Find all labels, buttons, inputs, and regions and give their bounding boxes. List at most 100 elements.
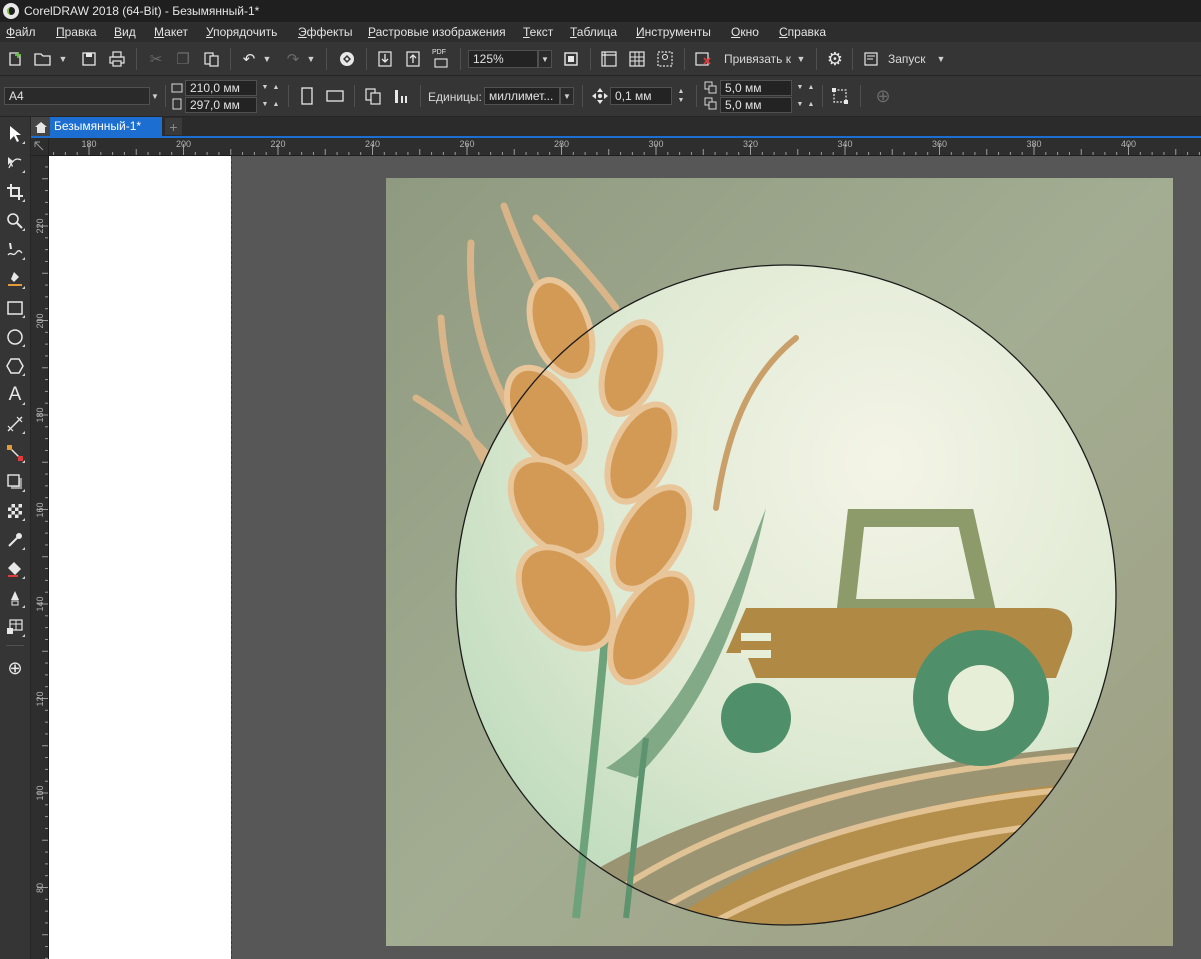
document-page[interactable] xyxy=(49,156,231,959)
launch-icon[interactable] xyxy=(860,48,882,70)
menu-effects[interactable]: Эффекты xyxy=(298,25,353,39)
connector-tool-icon[interactable] xyxy=(4,442,26,464)
paste-icon[interactable] xyxy=(200,48,222,70)
show-guidelines-icon[interactable] xyxy=(654,48,676,70)
freehand-tool-icon[interactable] xyxy=(4,239,26,261)
publish-pdf-icon[interactable]: PDF xyxy=(430,48,452,70)
nudge-distance-field[interactable]: 0,1 мм xyxy=(610,87,672,105)
shape-tool-icon[interactable] xyxy=(4,152,26,174)
treat-as-filled-icon[interactable] xyxy=(829,85,851,107)
menu-help[interactable]: Справка xyxy=(779,25,826,39)
artistic-media-tool-icon[interactable] xyxy=(4,268,26,290)
rectangle-tool-icon[interactable] xyxy=(4,297,26,319)
ruler-v-label: 140 xyxy=(35,596,45,612)
undo-icon[interactable]: ↶ xyxy=(238,48,260,70)
crop-tool-icon[interactable] xyxy=(4,181,26,203)
undo-dropdown-icon[interactable]: ▼ xyxy=(262,48,272,70)
page-size-select[interactable]: A4 xyxy=(4,87,150,105)
smart-fill-tool-icon[interactable] xyxy=(4,587,26,609)
gear-icon[interactable]: ⚙ xyxy=(824,48,846,70)
text-tool-icon[interactable]: A xyxy=(4,384,26,406)
dup-x-spin-up-icon[interactable]: ▲ xyxy=(805,83,817,92)
units-select[interactable]: миллимет... xyxy=(484,87,560,105)
agriculture-logo-image[interactable] xyxy=(386,178,1173,946)
duplicate-x-field[interactable]: 5,0 мм xyxy=(720,80,792,96)
height-spin-up-icon[interactable]: ▲ xyxy=(270,100,282,109)
interactive-fill-tool-icon[interactable] xyxy=(4,558,26,580)
page-width-icon xyxy=(171,82,183,94)
cut-icon[interactable]: ✂ xyxy=(145,48,167,70)
show-grid-icon[interactable] xyxy=(626,48,648,70)
vertical-ruler[interactable]: 220 200 180 160 140 120 100 80 xyxy=(31,156,49,959)
pick-tool-icon[interactable] xyxy=(4,123,26,145)
redo-icon[interactable]: ↷ xyxy=(282,48,304,70)
polygon-tool-icon[interactable] xyxy=(4,355,26,377)
units-dropdown-icon[interactable]: ▼ xyxy=(560,87,574,105)
menu-tools[interactable]: Инструменты xyxy=(636,25,711,39)
standard-toolbar: ▼ ✂ ❐ ↶ ▼ ↷ ▼ PDF 125% ▼ Привязать к ▼ ⚙… xyxy=(0,42,1201,76)
snap-to-button[interactable]: Привязать к xyxy=(724,52,791,66)
portrait-icon[interactable] xyxy=(296,85,318,107)
add-customize-icon[interactable]: ⊕ xyxy=(872,85,894,107)
snap-off-icon[interactable] xyxy=(692,48,714,70)
current-page-icon[interactable] xyxy=(390,85,412,107)
ruler-h-label: 380 xyxy=(1026,139,1042,149)
snap-dropdown-icon[interactable]: ▼ xyxy=(796,48,806,70)
menu-text[interactable]: Текст xyxy=(523,25,553,39)
new-tab-icon[interactable]: + xyxy=(165,118,182,135)
show-rulers-icon[interactable] xyxy=(598,48,620,70)
ellipse-tool-icon[interactable] xyxy=(4,326,26,348)
toolbox-separator xyxy=(6,645,24,646)
width-spin-up-icon[interactable]: ▲ xyxy=(270,83,282,92)
open-dropdown-icon[interactable]: ▼ xyxy=(58,48,68,70)
print-icon[interactable] xyxy=(106,48,128,70)
menu-table[interactable]: Таблица xyxy=(570,25,617,39)
search-content-icon[interactable] xyxy=(336,48,358,70)
import-icon[interactable] xyxy=(374,48,396,70)
redo-dropdown-icon[interactable]: ▼ xyxy=(306,48,316,70)
toolbar-separator xyxy=(816,48,817,70)
launch-dropdown-icon[interactable]: ▼ xyxy=(936,48,946,70)
title-bar: CorelDRAW 2018 (64-Bit) - Безымянный-1* xyxy=(0,0,1201,22)
document-tab-bar: Безымянный-1* + xyxy=(31,117,1201,138)
menu-bitmaps[interactable]: Растровые изображения xyxy=(368,25,506,39)
drawing-canvas[interactable] xyxy=(49,156,1201,959)
drop-shadow-tool-icon[interactable] xyxy=(4,471,26,493)
table-tool-icon[interactable] xyxy=(4,616,26,638)
new-document-icon[interactable] xyxy=(4,48,26,70)
copy-icon[interactable]: ❐ xyxy=(172,48,194,70)
nudge-spin-up-icon[interactable]: ▲ xyxy=(675,87,687,96)
open-folder-icon[interactable] xyxy=(32,48,54,70)
add-tool-icon[interactable]: ⊕ xyxy=(4,657,26,679)
menu-file[interactable]: Файл xyxy=(6,25,36,39)
nudge-spin-down-icon[interactable]: ▼ xyxy=(675,96,687,105)
full-screen-icon[interactable] xyxy=(560,48,582,70)
transparency-tool-icon[interactable] xyxy=(4,500,26,522)
horizontal-ruler[interactable]: 180 200 220 240 260 280 300 320 340 360 380 400 xyxy=(49,138,1201,156)
menu-edit[interactable]: Правка xyxy=(56,25,97,39)
landscape-icon[interactable] xyxy=(324,85,346,107)
tab-document[interactable]: Безымянный-1* xyxy=(50,117,162,136)
save-icon[interactable] xyxy=(78,48,100,70)
launch-button[interactable]: Запуск xyxy=(888,52,926,66)
zoom-level-field[interactable]: 125% xyxy=(468,50,538,68)
eyedropper-tool-icon[interactable] xyxy=(4,529,26,551)
menu-layout[interactable]: Макет xyxy=(154,25,188,39)
home-icon[interactable] xyxy=(31,117,50,136)
page-size-dropdown-icon[interactable]: ▼ xyxy=(148,87,162,105)
ruler-h-label: 280 xyxy=(553,139,570,149)
menu-window[interactable]: Окно xyxy=(731,25,759,39)
all-pages-icon[interactable] xyxy=(362,85,384,107)
toolbar-separator xyxy=(860,85,861,107)
export-icon[interactable] xyxy=(402,48,424,70)
page-width-field[interactable]: 210,0 мм xyxy=(185,80,257,96)
zoom-tool-icon[interactable] xyxy=(4,210,26,232)
parallel-dimension-tool-icon[interactable] xyxy=(4,413,26,435)
menu-arrange[interactable]: Упорядочить xyxy=(206,25,277,39)
duplicate-y-field[interactable]: 5,0 мм xyxy=(720,97,792,113)
zoom-dropdown-icon[interactable]: ▼ xyxy=(538,50,552,68)
menu-view[interactable]: Вид xyxy=(114,25,136,39)
dup-y-spin-up-icon[interactable]: ▲ xyxy=(805,100,817,109)
ruler-origin-corner[interactable] xyxy=(31,138,49,156)
page-height-field[interactable]: 297,0 мм xyxy=(185,97,257,113)
